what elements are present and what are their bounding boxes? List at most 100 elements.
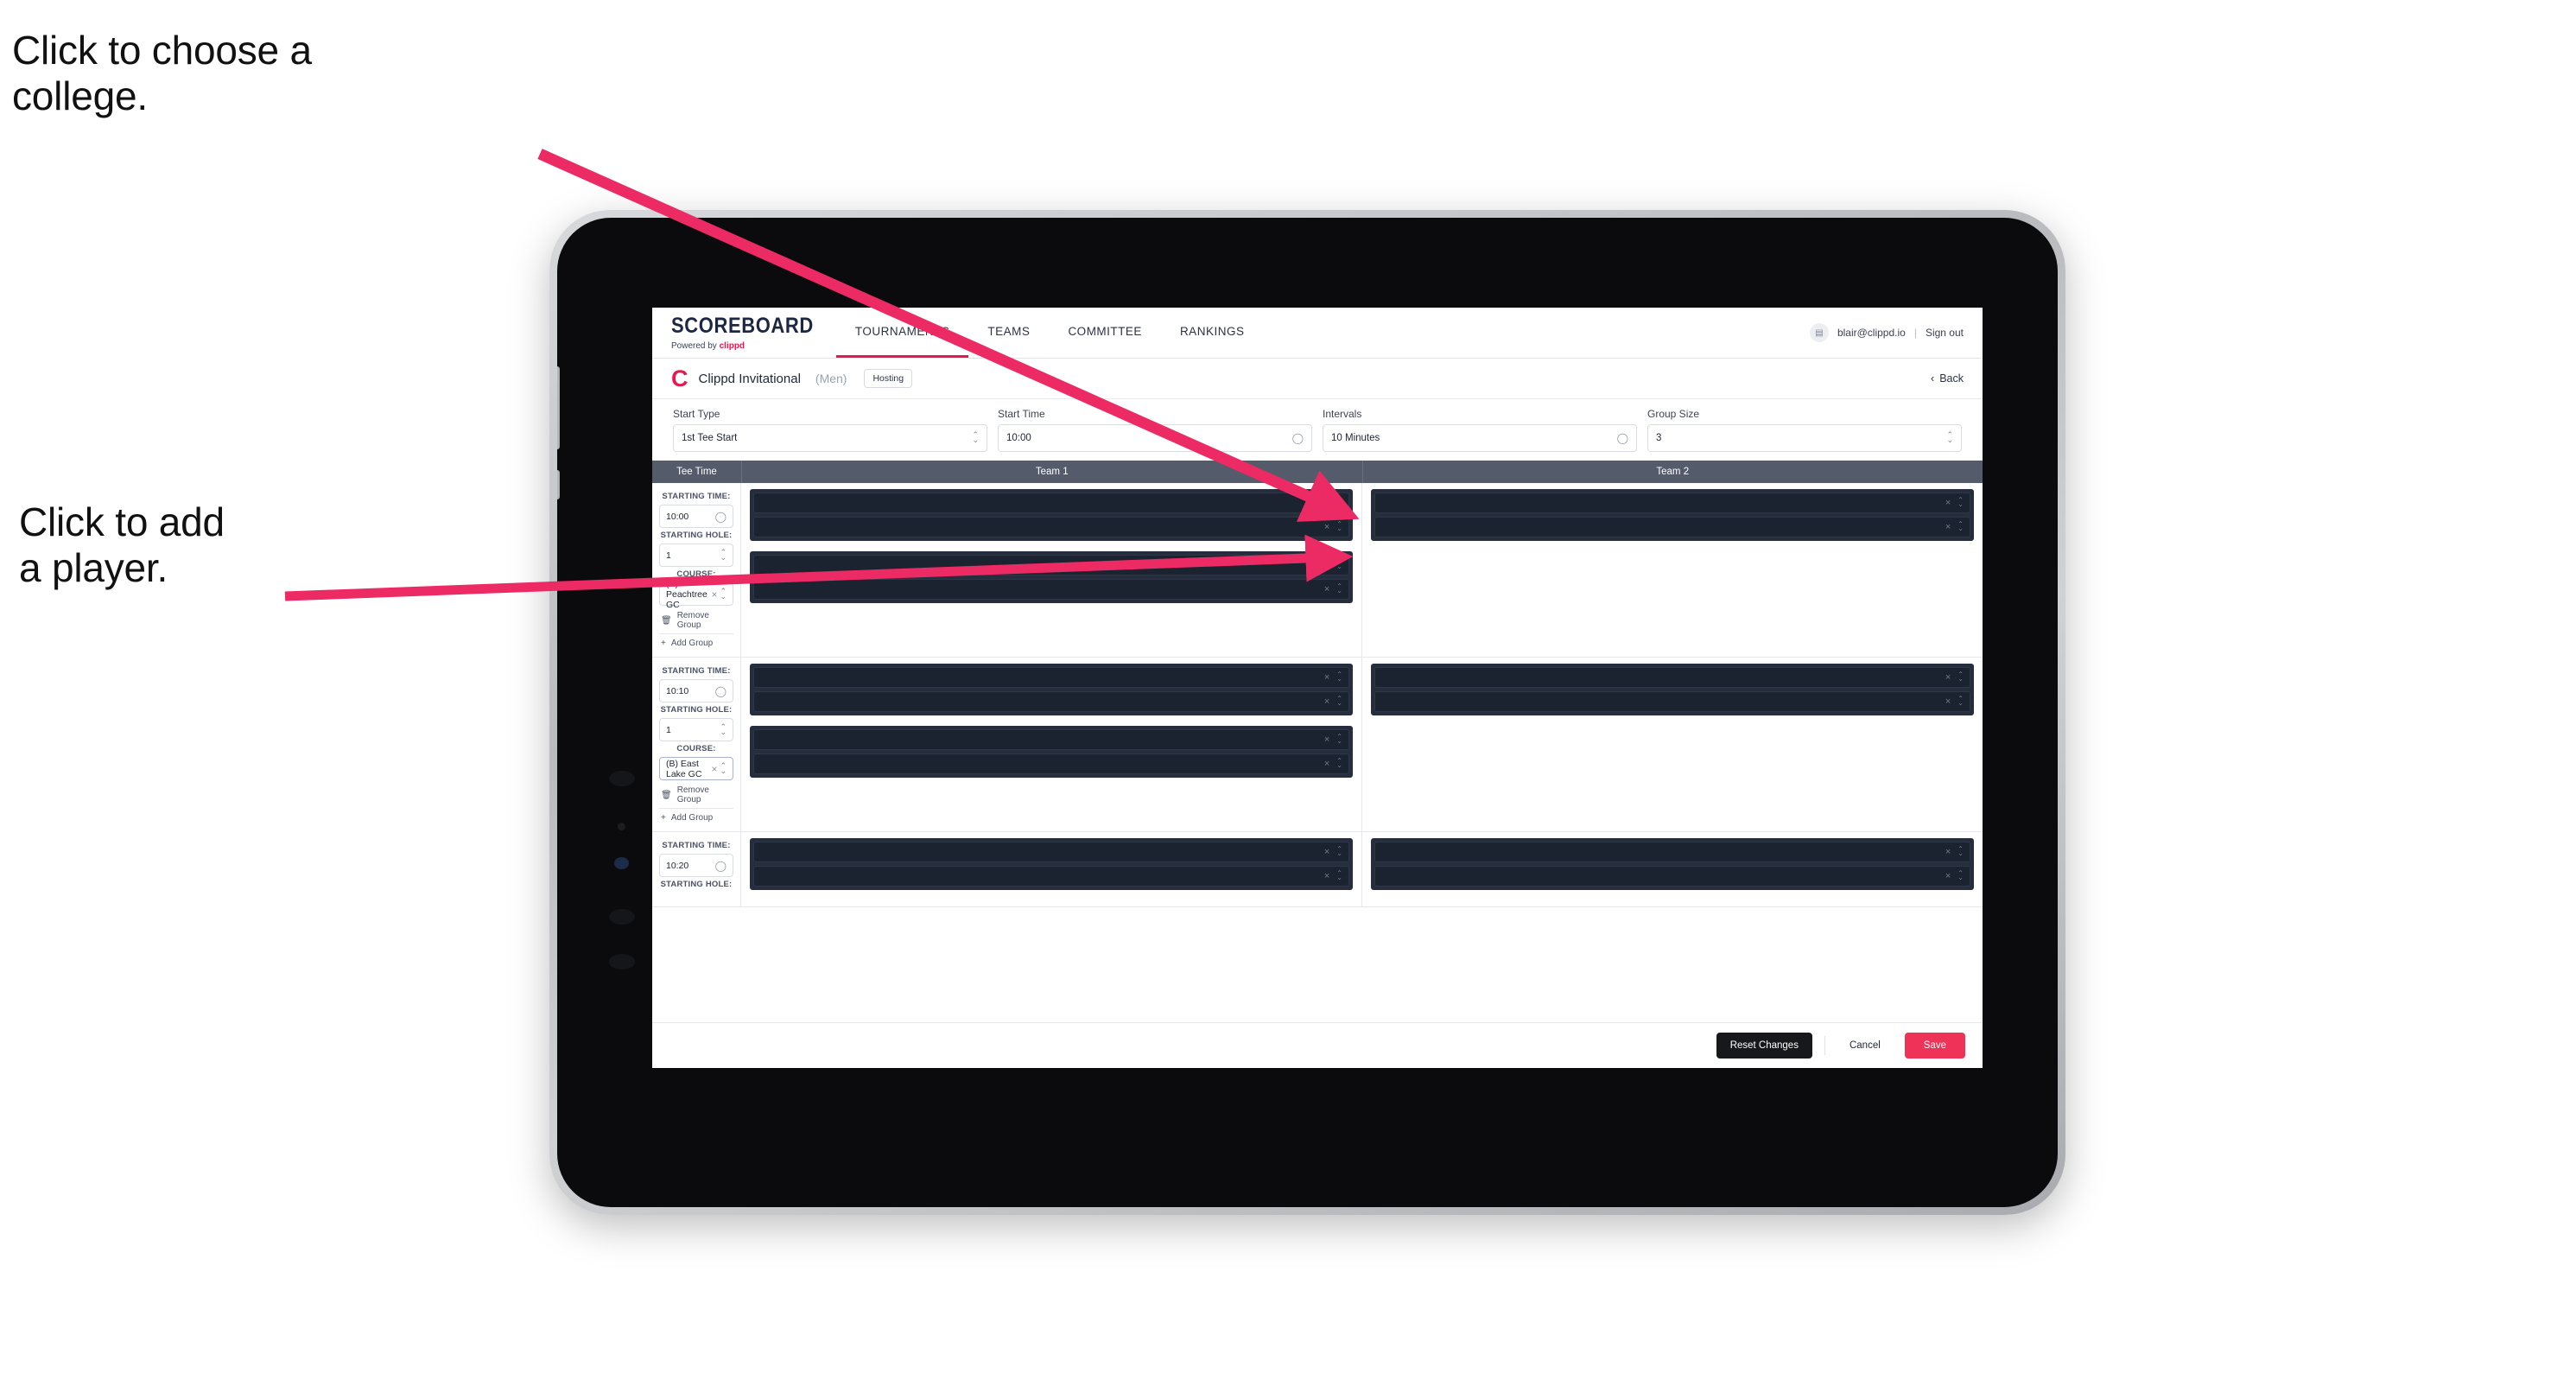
stepper-icon[interactable]: ⌃ ⌄ (1957, 671, 1964, 683)
stepper-icon[interactable]: ⌃ ⌄ (720, 762, 726, 774)
clear-player-icon[interactable]: × (1945, 696, 1951, 707)
starting-time-input[interactable]: 10:00 ◯ (659, 505, 733, 528)
player-row[interactable]: × ⌃ ⌄ (1374, 866, 1970, 887)
clock-icon[interactable]: ◯ (715, 860, 726, 872)
intervals-input[interactable]: 10 Minutes ◯ (1323, 424, 1637, 452)
clear-player-icon[interactable]: × (1945, 847, 1951, 857)
stepper-icon[interactable]: ⌃ ⌄ (1946, 431, 1953, 443)
player-row[interactable]: × ⌃ ⌄ (753, 866, 1349, 887)
clock-icon[interactable]: ◯ (715, 511, 726, 523)
start-time-input[interactable]: 10:00 ◯ (998, 424, 1312, 452)
starting-time-input[interactable]: 10:10 ◯ (659, 679, 733, 703)
clear-player-icon[interactable]: × (1945, 871, 1951, 881)
cancel-button[interactable]: Cancel (1837, 1033, 1893, 1059)
player-row[interactable]: × ⌃ ⌄ (753, 555, 1349, 575)
stepper-icon[interactable]: ⌃ ⌄ (1957, 696, 1964, 707)
remove-group-button[interactable]: 🗑 Remove Group (659, 606, 733, 633)
volume-button[interactable] (557, 470, 560, 499)
stepper-icon[interactable]: ⌃ ⌄ (1336, 671, 1342, 683)
clear-player-icon[interactable]: × (1324, 696, 1329, 707)
stepper-icon[interactable]: ⌃ ⌄ (1336, 696, 1342, 707)
start-type-select[interactable]: 1st Tee Start ⌃ ⌄ (673, 424, 987, 452)
stepper-icon[interactable]: ⌃ ⌄ (720, 723, 726, 735)
stepper-icon[interactable]: ⌃ ⌄ (1957, 870, 1964, 881)
clear-player-icon[interactable]: × (1324, 734, 1329, 745)
clear-player-icon[interactable]: × (1324, 847, 1329, 857)
clock-icon[interactable]: ◯ (1617, 432, 1628, 444)
player-row[interactable]: × ⌃ ⌄ (1374, 842, 1970, 862)
add-group-button[interactable]: + Add Group (659, 633, 733, 652)
player-row[interactable]: × ⌃ ⌄ (753, 729, 1349, 750)
stepper-icon[interactable]: ⌃ ⌄ (720, 588, 726, 600)
course-select[interactable]: (A) Peachtree GC × ⌃ ⌄ (659, 579, 733, 610)
clock-icon[interactable]: ◯ (1292, 432, 1304, 444)
nav-item-tournaments[interactable]: TOURNAMENTS (835, 308, 969, 358)
nav-item-rankings[interactable]: RANKINGS (1161, 308, 1264, 358)
add-group-button[interactable]: + Add Group (659, 808, 733, 826)
stepper-icon[interactable]: ⌃ ⌄ (1336, 758, 1342, 769)
clear-player-icon[interactable]: × (1324, 522, 1329, 532)
clock-icon[interactable]: ◯ (715, 685, 726, 697)
power-button[interactable] (557, 366, 560, 449)
player-row[interactable]: × ⌃ ⌄ (753, 667, 1349, 688)
player-group[interactable]: × ⌃ ⌄ × ⌃ ⌄ (750, 664, 1353, 715)
player-row[interactable]: × ⌃ ⌄ (1374, 667, 1970, 688)
stepper-icon[interactable]: ⌃ ⌄ (1336, 734, 1342, 745)
player-row[interactable]: × ⌃ ⌄ (1374, 493, 1970, 513)
starting-time-input[interactable]: 10:20 ◯ (659, 854, 733, 877)
nav-item-teams[interactable]: TEAMS (968, 308, 1049, 358)
stepper-icon[interactable]: ⌃ ⌄ (1336, 497, 1342, 508)
stepper-icon[interactable]: ⌃ ⌄ (1336, 559, 1342, 570)
course-select[interactable]: (B) East Lake GC × ⌃ ⌄ (659, 757, 733, 780)
clear-player-icon[interactable]: × (1324, 498, 1329, 508)
clear-player-icon[interactable]: × (1945, 672, 1951, 683)
nav-item-committee[interactable]: COMMITTEE (1049, 308, 1161, 358)
player-group[interactable]: × ⌃ ⌄ × ⌃ ⌄ (750, 726, 1353, 778)
player-group[interactable]: × ⌃ ⌄ × ⌃ ⌄ (1371, 838, 1974, 890)
player-row[interactable]: × ⌃ ⌄ (753, 691, 1349, 712)
stepper-icon[interactable]: ⌃ ⌄ (1957, 497, 1964, 508)
player-group[interactable]: × ⌃ ⌄ × ⌃ ⌄ (750, 838, 1353, 890)
clear-player-icon[interactable]: × (1945, 498, 1951, 508)
back-button[interactable]: ‹ Back (1931, 372, 1964, 385)
reset-changes-button[interactable]: Reset Changes (1716, 1033, 1812, 1059)
player-row[interactable]: × ⌃ ⌄ (753, 842, 1349, 862)
stepper-icon[interactable]: ⌃ ⌄ (972, 431, 979, 443)
save-button[interactable]: Save (1904, 1033, 1965, 1059)
avatar[interactable]: ▤ (1809, 323, 1829, 342)
stepper-icon[interactable]: ⌃ ⌄ (1336, 583, 1342, 594)
tee-times-table-body[interactable]: STARTING TIME: 10:00 ◯ STARTING HOLE: 1 ⌃ ⌄ COU… (652, 483, 1983, 1023)
stepper-icon[interactable]: ⌃ ⌄ (720, 549, 726, 561)
settings-controls-row: Start Type 1st Tee Start ⌃ ⌄ Start Time 1… (652, 399, 1983, 461)
starting-hole-input[interactable]: 1 ⌃ ⌄ (659, 718, 733, 741)
player-group[interactable]: × ⌃ ⌄ × ⌃ ⌄ (1371, 489, 1974, 541)
starting-hole-input[interactable]: 1 ⌃ ⌄ (659, 544, 733, 567)
starting-hole-label: STARTING HOLE: (660, 705, 733, 715)
player-group[interactable]: × ⌃ ⌄ × ⌃ ⌄ (750, 551, 1353, 603)
player-row[interactable]: × ⌃ ⌄ (753, 493, 1349, 513)
player-group[interactable]: × ⌃ ⌄ × ⌃ ⌄ (1371, 664, 1974, 715)
stepper-icon[interactable]: ⌃ ⌄ (1336, 846, 1342, 857)
clear-player-icon[interactable]: × (1324, 584, 1329, 594)
player-row[interactable]: × ⌃ ⌄ (1374, 691, 1970, 712)
player-row[interactable]: × ⌃ ⌄ (753, 579, 1349, 600)
clear-player-icon[interactable]: × (1324, 560, 1329, 570)
clear-player-icon[interactable]: × (1324, 871, 1329, 881)
player-row[interactable]: × ⌃ ⌄ (753, 753, 1349, 774)
group-size-select[interactable]: 3 ⌃ ⌄ (1647, 424, 1962, 452)
stepper-icon[interactable]: ⌃ ⌄ (1336, 870, 1342, 881)
player-row[interactable]: × ⌃ ⌄ (1374, 517, 1970, 537)
player-group[interactable]: × ⌃ ⌄ × ⌃ ⌄ (750, 489, 1353, 541)
stepper-icon[interactable]: ⌃ ⌄ (1336, 521, 1342, 532)
stepper-icon[interactable]: ⌃ ⌄ (1957, 846, 1964, 857)
clear-player-icon[interactable]: × (1945, 522, 1951, 532)
brand-logo[interactable]: SCOREBOARD Powered by clippd (671, 308, 836, 358)
stepper-icon[interactable]: ⌃ ⌄ (1957, 521, 1964, 532)
clear-course-icon[interactable]: × (712, 588, 718, 601)
clear-course-icon[interactable]: × (712, 763, 718, 775)
clear-player-icon[interactable]: × (1324, 672, 1329, 683)
remove-group-button[interactable]: 🗑 Remove Group (659, 780, 733, 808)
player-row[interactable]: × ⌃ ⌄ (753, 517, 1349, 537)
sign-out-link[interactable]: Sign out (1926, 327, 1964, 339)
clear-player-icon[interactable]: × (1324, 759, 1329, 769)
